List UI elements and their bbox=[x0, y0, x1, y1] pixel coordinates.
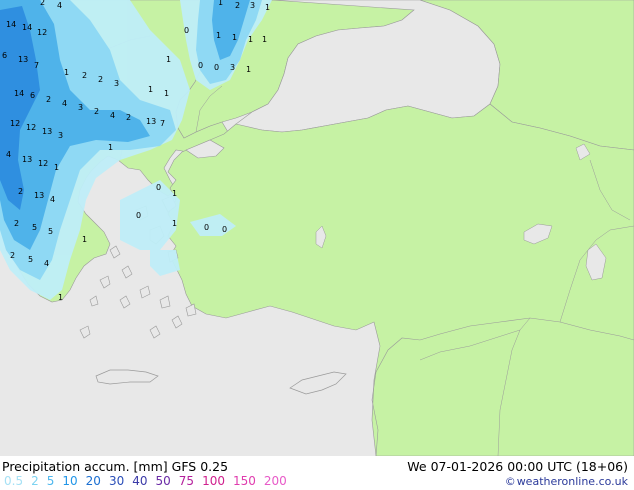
legend-item: 50 bbox=[155, 474, 171, 488]
precip-value: 0 bbox=[136, 211, 141, 220]
precip-value: 12 bbox=[10, 119, 20, 128]
precip-value: 0 bbox=[222, 225, 227, 234]
precip-value: 12 bbox=[26, 123, 36, 132]
legend-item: 20 bbox=[85, 474, 101, 488]
precip-value: 1 bbox=[265, 3, 270, 12]
precip-value: 1 bbox=[58, 293, 63, 302]
precip-value: 2 bbox=[126, 113, 131, 122]
precip-value: 1 bbox=[262, 35, 267, 44]
precip-value: 4 bbox=[62, 99, 67, 108]
precip-value: 4 bbox=[44, 259, 49, 268]
precip-value: 0 bbox=[184, 26, 189, 35]
precip-value: 1 bbox=[166, 55, 171, 64]
precip-value: 1 bbox=[54, 163, 59, 172]
precip-value: 1 bbox=[82, 235, 87, 244]
precip-value: 1 bbox=[216, 31, 221, 40]
precip-value: 2 bbox=[235, 1, 240, 10]
legend-item: 10 bbox=[62, 474, 78, 488]
precip-value: 0 bbox=[198, 61, 203, 70]
precip-value: 3 bbox=[78, 103, 83, 112]
precip-value: 0 bbox=[214, 63, 219, 72]
precip-value: 4 bbox=[57, 1, 62, 10]
legend-item: 200 bbox=[263, 474, 287, 488]
precip-value: 3 bbox=[230, 63, 235, 72]
precip-value: 1 bbox=[64, 68, 69, 77]
precip-value: 1 bbox=[232, 33, 237, 42]
precip-value: 1 bbox=[164, 89, 169, 98]
precip-value: 3 bbox=[114, 79, 119, 88]
site-credit-text: weatheronline.co.uk bbox=[516, 475, 628, 488]
legend-item: 40 bbox=[132, 474, 148, 488]
precip-value: 2 bbox=[82, 71, 87, 80]
precip-value: 6 bbox=[30, 91, 35, 100]
map-canvas: 2 4 1 2 3 1 14 14 12 0 1 1 1 1 6 13 7 1 0 0 3 1 1 2 2 3 14 6 2 4 3 1 1 2 4… bbox=[0, 0, 634, 490]
precip-value: 1 bbox=[246, 65, 251, 74]
precip-value: 0 bbox=[156, 183, 161, 192]
precip-value: 2 bbox=[94, 107, 99, 116]
precip-value: 3 bbox=[58, 131, 63, 140]
precip-value: 1 bbox=[218, 0, 223, 7]
precip-value: 7 bbox=[160, 119, 165, 128]
precip-value: 13 bbox=[22, 155, 32, 164]
precip-value: 2 bbox=[40, 0, 45, 7]
precip-value: 5 bbox=[28, 255, 33, 264]
precip-value: 13 bbox=[34, 191, 44, 200]
precip-value: 6 bbox=[2, 51, 7, 60]
precip-value: 2 bbox=[46, 95, 51, 104]
precip-value: 2 bbox=[18, 187, 23, 196]
precip-value: 14 bbox=[6, 20, 16, 29]
legend-item: 5 bbox=[46, 474, 55, 488]
precip-value: 1 bbox=[172, 219, 177, 228]
precip-value: 4 bbox=[6, 150, 11, 159]
legend-item: 0.5 bbox=[4, 474, 24, 488]
legend-item: 100 bbox=[202, 474, 225, 488]
precip-value: 13 bbox=[146, 117, 156, 126]
legend-item: 75 bbox=[178, 474, 195, 488]
site-credit[interactable]: ©weatheronline.co.uk bbox=[505, 475, 628, 488]
precip-value: 13 bbox=[18, 55, 28, 64]
legend-item: 30 bbox=[108, 474, 125, 488]
precip-value: 1 bbox=[148, 85, 153, 94]
precip-value: 2 bbox=[98, 75, 103, 84]
precip-value: 1 bbox=[108, 143, 113, 152]
precip-value: 2 bbox=[10, 251, 15, 260]
precip-value: 0 bbox=[204, 223, 209, 232]
copyright-symbol: © bbox=[504, 475, 516, 488]
precip-value: 14 bbox=[14, 89, 24, 98]
legend-item: 2 bbox=[31, 474, 39, 488]
precipitation-map: 2 4 1 2 3 114 1412 01 1 1 16 13710 0 3 11 2 2 314 6 2 4 31 12 4… bbox=[0, 0, 634, 456]
precip-value: 12 bbox=[38, 159, 48, 168]
precip-value: 5 bbox=[48, 227, 53, 236]
precip-value: 4 bbox=[50, 195, 55, 204]
precip-value: 4 bbox=[110, 111, 115, 120]
precip-value: 14 bbox=[22, 23, 32, 32]
precip-value: 1 bbox=[248, 35, 253, 44]
legend-item: 150 bbox=[232, 474, 256, 488]
map-footer: Precipitation accum. [mm] GFS 0.25 We 07… bbox=[0, 456, 634, 490]
precip-value: 12 bbox=[37, 28, 47, 37]
precip-value: 7 bbox=[34, 61, 39, 70]
precip-legend: 0.5 2 5 10 20 30 40 50 75 100 150 200 bbox=[4, 474, 295, 488]
precip-value: 2 bbox=[14, 219, 19, 228]
precip-value: 3 bbox=[250, 1, 255, 10]
product-title: Precipitation accum. [mm] GFS 0.25 bbox=[2, 459, 229, 474]
precip-value: 5 bbox=[32, 223, 37, 232]
precip-value: 13 bbox=[42, 127, 52, 136]
precip-value: 1 bbox=[172, 189, 177, 198]
forecast-datetime: We 07-01-2026 00:00 UTC (18+06) bbox=[407, 459, 628, 474]
